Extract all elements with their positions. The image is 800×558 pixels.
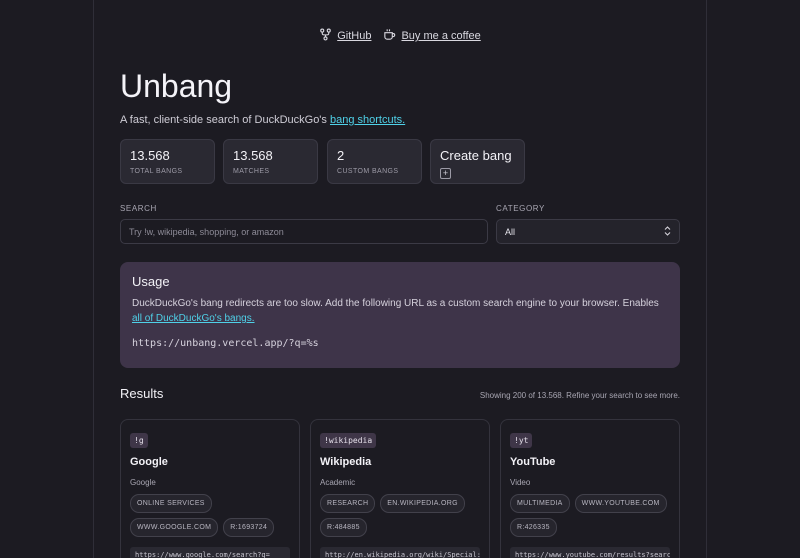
bang-name: Wikipedia: [320, 456, 372, 468]
usage-text: DuckDuckGo's bang redirects are too slow…: [132, 296, 668, 326]
coffee-link[interactable]: Buy me a coffee: [383, 28, 481, 44]
bang-category: Academic: [320, 478, 356, 487]
chevron-updown-icon: [664, 225, 671, 238]
tag: WWW.GOOGLE.COM: [130, 518, 219, 537]
category-label: CATEGORY: [496, 204, 545, 213]
create-bang-label: Create bang: [440, 148, 512, 163]
stat-custom-bangs: 2 CUSTOM BANGS: [327, 139, 422, 184]
tag: WWW.YOUTUBE.COM: [574, 494, 667, 513]
bang-tags: RESEARCH EN.WIKIPEDIA.ORG R:484885: [320, 494, 480, 537]
tag: R:484885: [320, 518, 367, 537]
category-select[interactable]: All: [496, 219, 680, 244]
results-meta: Showing 200 of 13.568. Refine your searc…: [479, 391, 680, 400]
stat-label: TOTAL BANGS: [130, 168, 183, 175]
bang-tags: MULTIMEDIA WWW.YOUTUBE.COM R:426335: [510, 494, 670, 537]
bang-category: Video: [510, 478, 531, 487]
bang-name: Google: [130, 456, 168, 468]
coffee-label: Buy me a coffee: [401, 30, 481, 42]
category-value: All: [505, 226, 516, 237]
bang-trigger: !yt: [510, 433, 533, 448]
search-label: SEARCH: [120, 204, 157, 213]
tag: MULTIMEDIA: [510, 494, 570, 513]
tag: R:1693724: [223, 518, 275, 537]
bang-url: https://www.youtube.com/results?search: [510, 547, 670, 558]
stat-label: CUSTOM BANGS: [337, 168, 399, 175]
top-links: GitHub Buy me a coffee: [0, 28, 800, 44]
result-card[interactable]: !wikipedia Wikipedia Academic RESEARCH E…: [310, 419, 490, 558]
github-link[interactable]: GitHub: [319, 28, 371, 44]
git-fork-icon: [319, 28, 332, 44]
usage-url[interactable]: https://unbang.vercel.app/?q=%s: [132, 338, 668, 349]
stat-matches: 13.568 MATCHES: [223, 139, 318, 184]
tag: EN.WIKIPEDIA.ORG: [380, 494, 465, 513]
bang-trigger: !g: [130, 433, 148, 448]
tag: ONLINE SERVICES: [130, 494, 212, 513]
stat-value: 13.568: [233, 148, 273, 163]
usage-title: Usage: [132, 274, 170, 289]
bang-name: YouTube: [510, 456, 556, 468]
subtitle-text: A fast, client-side search of DuckDuckGo…: [120, 114, 330, 126]
bang-tags: ONLINE SERVICES WWW.GOOGLE.COM R:1693724: [130, 494, 290, 537]
tag: RESEARCH: [320, 494, 376, 513]
result-card[interactable]: !g Google Google ONLINE SERVICES WWW.GOO…: [120, 419, 300, 558]
subtitle: A fast, client-side search of DuckDuckGo…: [120, 114, 405, 126]
all-bangs-link[interactable]: all of DuckDuckGo's bangs.: [132, 313, 255, 324]
create-bang-button[interactable]: Create bang +: [430, 139, 525, 184]
bang-url: https://www.google.com/search?q=: [130, 547, 290, 558]
stat-label: MATCHES: [233, 168, 270, 175]
results-title: Results: [120, 386, 164, 401]
usage-body: DuckDuckGo's bang redirects are too slow…: [132, 298, 659, 309]
page-title: Unbang: [120, 68, 233, 104]
github-label: GitHub: [337, 30, 372, 42]
stat-value: 13.568: [130, 148, 170, 163]
bang-category: Google: [130, 478, 156, 487]
bang-shortcuts-link[interactable]: bang shortcuts.: [330, 114, 405, 126]
usage-panel: Usage DuckDuckGo's bang redirects are to…: [120, 262, 680, 368]
plus-icon: +: [440, 168, 451, 179]
stat-value: 2: [337, 148, 345, 163]
bang-url: http://en.wikipedia.org/wiki/Special:S: [320, 547, 480, 558]
tag: R:426335: [510, 518, 557, 537]
coffee-cup-icon: [383, 28, 396, 44]
search-input[interactable]: [120, 219, 488, 244]
result-card[interactable]: !yt YouTube Video MULTIMEDIA WWW.YOUTUBE…: [500, 419, 680, 558]
stat-total-bangs: 13.568 TOTAL BANGS: [120, 139, 215, 184]
bang-trigger: !wikipedia: [320, 433, 377, 448]
